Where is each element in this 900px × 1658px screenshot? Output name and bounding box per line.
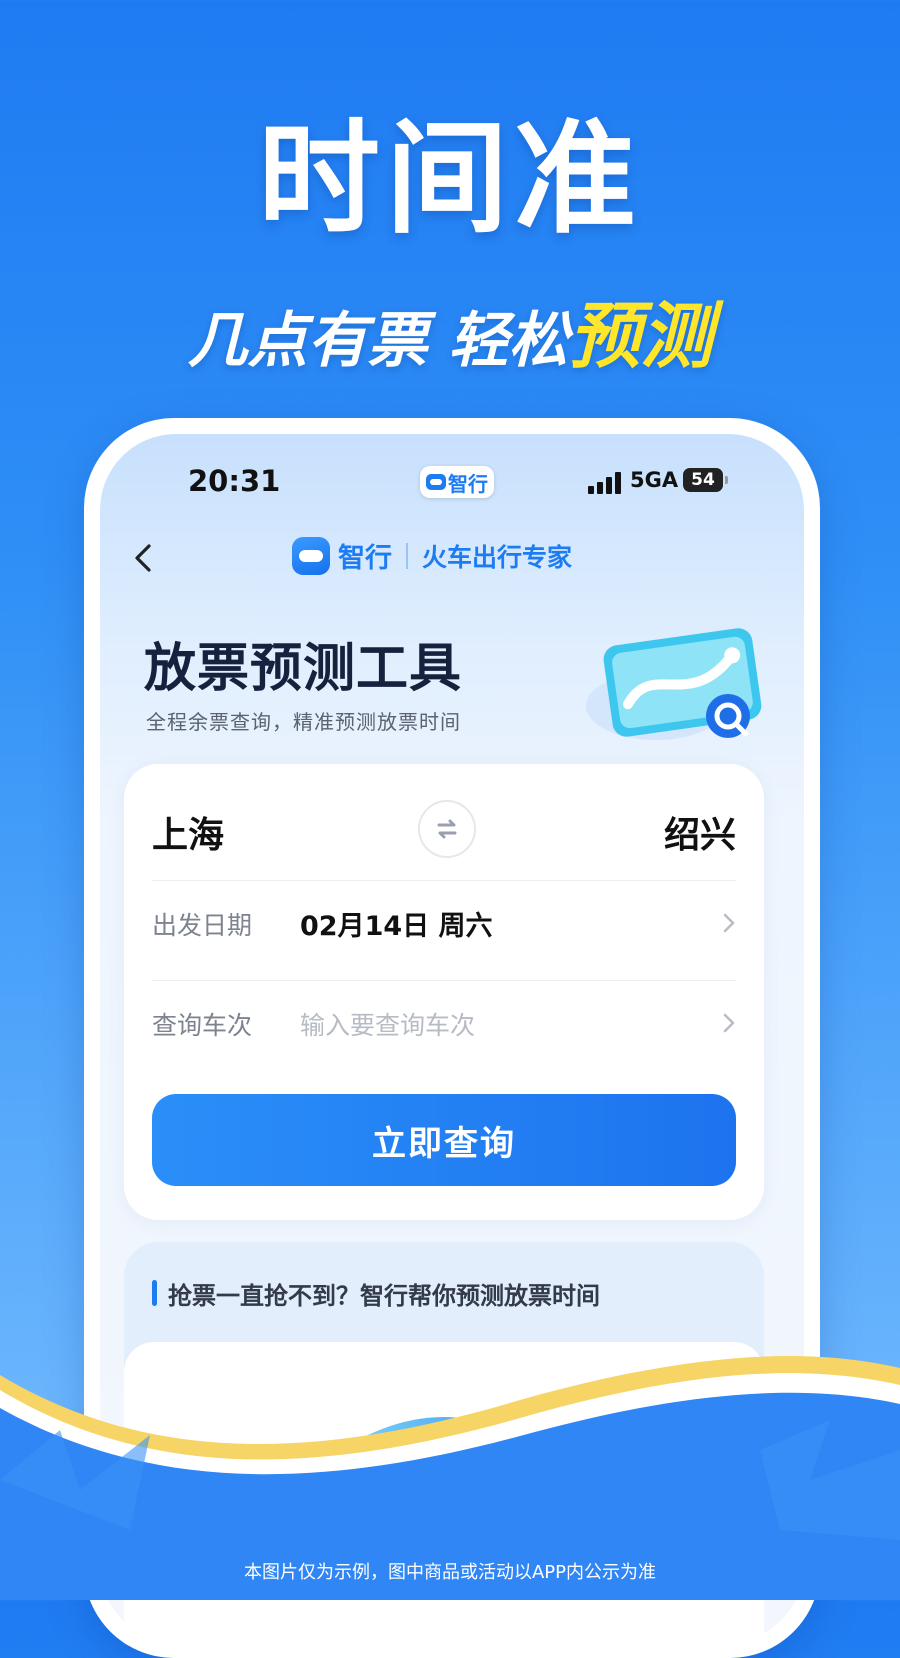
ticket-search-illustration bbox=[586, 628, 762, 740]
status-app-pill: 智行 bbox=[420, 466, 494, 498]
swap-button[interactable] bbox=[418, 800, 476, 858]
footer-disclaimer: 本图片仅为示例，图中商品或活动以APP内公示为准 bbox=[243, 1562, 657, 1583]
hero-subtitle-highlight: 预测 bbox=[568, 294, 713, 378]
back-chevron-icon[interactable] bbox=[124, 538, 164, 578]
chevron-right-icon bbox=[723, 913, 735, 933]
date-label: 出发日期 bbox=[152, 911, 253, 940]
from-city[interactable]: 上海 bbox=[152, 806, 224, 858]
search-card: 上海 绍兴 出发日期 02月14日 周六 查询车次 输入要查询车次 立即查询 bbox=[124, 764, 764, 1220]
to-city[interactable]: 绍兴 bbox=[664, 806, 736, 858]
status-bar: 20:31 智行 5GA 54 bbox=[100, 454, 804, 504]
date-value: 02月14日 周六 bbox=[300, 911, 493, 942]
battery-icon: 54 bbox=[683, 468, 728, 492]
tips-title: 抢票一直抢不到？智行帮你预测放票时间 bbox=[168, 1282, 600, 1310]
hero-subtitle-text: 几点有票 轻松 bbox=[187, 306, 569, 376]
page-title: 放票预测工具 bbox=[144, 639, 463, 699]
signal-icon bbox=[588, 472, 626, 494]
tips-accent-bar bbox=[152, 1280, 157, 1306]
app-logo-icon bbox=[426, 474, 446, 490]
query-button[interactable]: 立即查询 bbox=[152, 1094, 736, 1186]
train-number-input[interactable]: 输入要查询车次 bbox=[300, 1006, 475, 1042]
brand-divider bbox=[406, 542, 408, 569]
divider bbox=[152, 880, 736, 881]
status-time: 20:31 bbox=[188, 464, 281, 498]
train-number-row[interactable]: 查询车次 输入要查询车次 bbox=[152, 992, 736, 1052]
battery-level: 54 bbox=[691, 470, 715, 490]
brand-logo-icon bbox=[292, 536, 330, 575]
nav-bar: 智行 火车出行专家 bbox=[100, 534, 804, 584]
chevron-right-icon bbox=[723, 1013, 735, 1033]
hero-subtitle: 几点有票 轻松预测 bbox=[0, 300, 900, 372]
train-label: 查询车次 bbox=[152, 1011, 253, 1040]
page-subtitle: 全程余票查询，精准预测放票时间 bbox=[146, 710, 461, 734]
brand-name: 智行 bbox=[338, 543, 392, 574]
hero-title: 时间准 bbox=[258, 108, 642, 250]
date-row[interactable]: 出发日期 02月14日 周六 bbox=[152, 892, 736, 952]
brand-slogan: 火车出行专家 bbox=[422, 542, 573, 572]
swap-icon bbox=[437, 819, 457, 839]
status-app-name: 智行 bbox=[448, 471, 488, 496]
brand-header: 智行 火车出行专家 bbox=[292, 536, 572, 575]
network-type: 5GA bbox=[630, 468, 679, 492]
divider bbox=[152, 980, 736, 981]
